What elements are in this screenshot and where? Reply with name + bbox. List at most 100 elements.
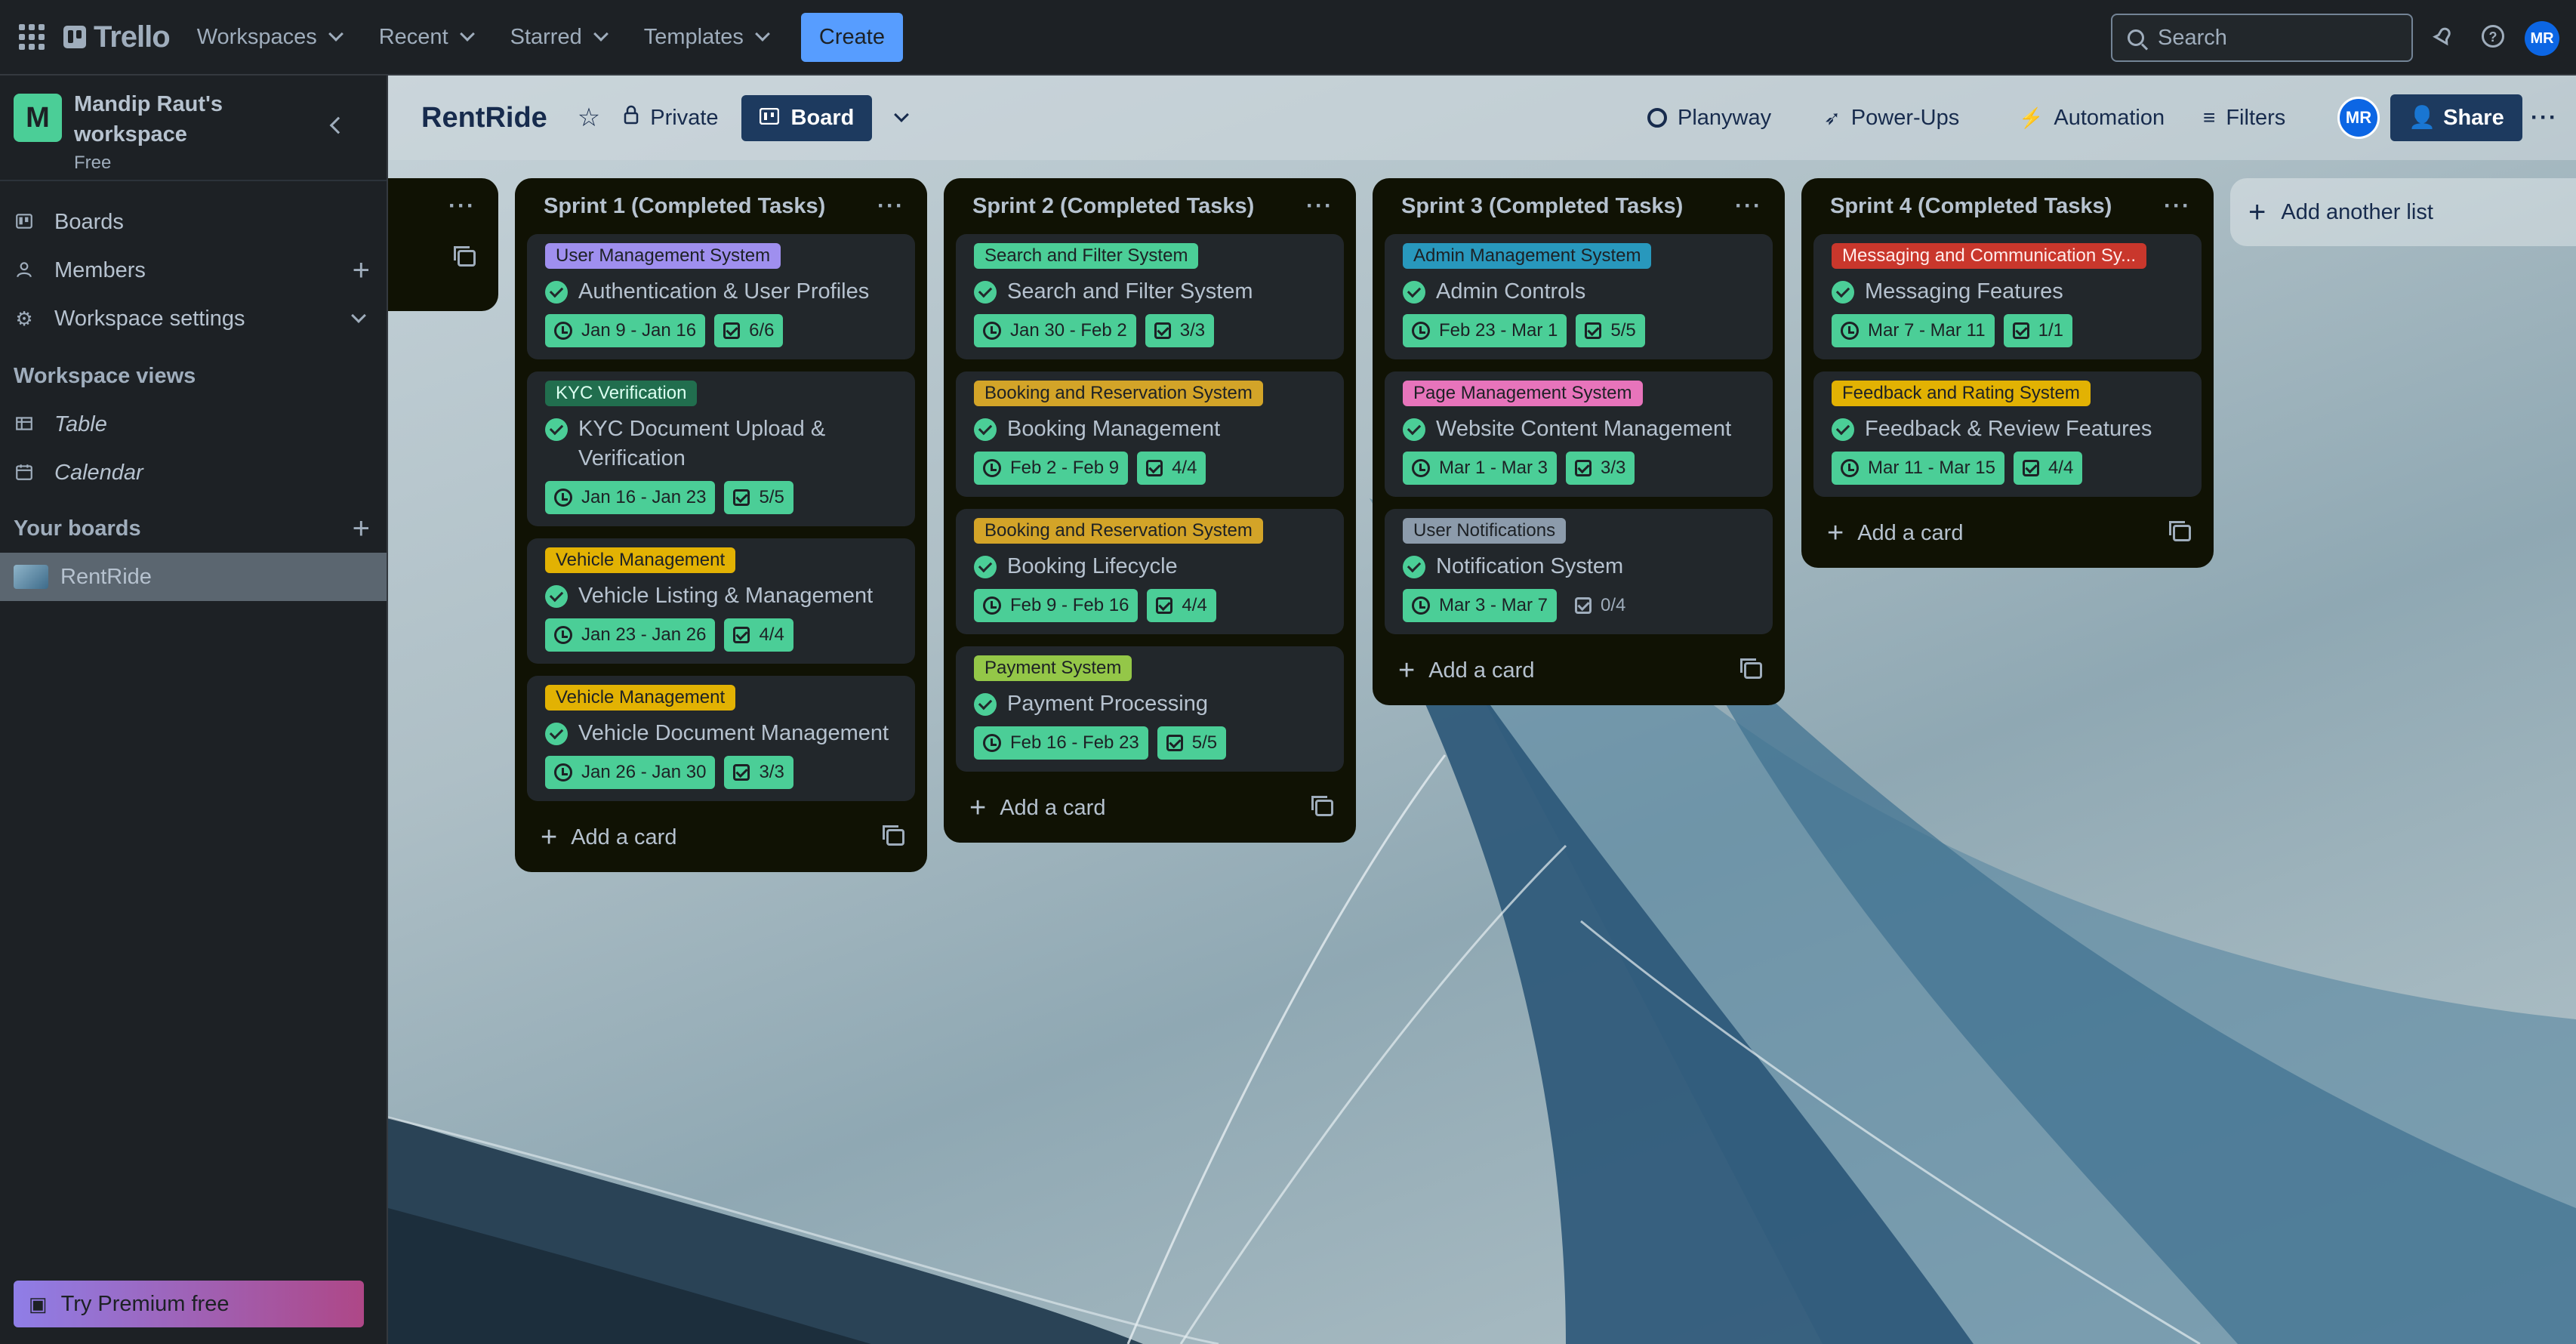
card-label[interactable]: Payment System (974, 655, 1132, 681)
workspaces-menu[interactable]: Workspaces (197, 25, 344, 50)
board-view-button[interactable]: Board (741, 94, 873, 141)
due-date-badge[interactable]: Feb 23 - Mar 1 (1403, 314, 1567, 347)
add-card-button[interactable]: + Add a card (969, 792, 1105, 825)
card[interactable]: Vehicle Management Vehicle Document Manag… (527, 676, 915, 801)
powerups-button[interactable]: ➶ Power-Ups (1824, 76, 1959, 160)
automation-button[interactable]: ⚡ Automation (2019, 76, 2165, 160)
starred-menu[interactable]: Starred (510, 25, 609, 50)
completed-check-icon[interactable] (974, 556, 997, 578)
due-date-badge[interactable]: Mar 11 - Mar 15 (1832, 452, 2004, 485)
completed-check-icon[interactable] (545, 585, 568, 608)
due-date-badge[interactable]: Feb 2 - Feb 9 (974, 452, 1129, 485)
add-board-icon[interactable]: + (353, 512, 370, 546)
card-template-icon[interactable] (883, 825, 904, 846)
list-title[interactable]: Sprint 1 (Completed Tasks) (544, 194, 825, 219)
card[interactable]: Page Management System Website Content Ma… (1385, 371, 1773, 497)
planyway-button[interactable]: Planyway (1647, 76, 1771, 160)
list-header[interactable]: Sprint 4 (Completed Tasks) ··· (1813, 178, 2202, 234)
card-label[interactable]: Search and Filter System (974, 243, 1199, 269)
due-date-badge[interactable]: Jan 16 - Jan 23 (545, 481, 716, 514)
templates-menu[interactable]: Templates (644, 25, 770, 50)
card-label[interactable]: User Notifications (1403, 518, 1567, 544)
due-date-badge[interactable]: Mar 3 - Mar 7 (1403, 589, 1558, 622)
list-title[interactable]: Sprint 3 (Completed Tasks) (1401, 194, 1683, 219)
card[interactable]: Admin Management System Admin Controls Feb… (1385, 234, 1773, 359)
due-date-badge[interactable]: Jan 9 - Jan 16 (545, 314, 706, 347)
card[interactable]: Messaging and Communication Sy... Messagi… (1813, 234, 2202, 359)
card-template-icon[interactable] (1740, 658, 1762, 679)
help-icon[interactable]: ? (2478, 23, 2508, 53)
card[interactable]: Vehicle Management Vehicle Listing & Mana… (527, 538, 915, 664)
card[interactable]: Feedback and Rating System Feedback & Rev… (1813, 371, 2202, 497)
card-label[interactable]: Admin Management System (1403, 243, 1652, 269)
filters-button[interactable]: ≡ Filters (2203, 76, 2285, 160)
due-date-badge[interactable]: Feb 16 - Feb 23 (974, 726, 1148, 760)
list-menu-icon[interactable]: ··· (1306, 193, 1333, 219)
card[interactable]: KYC Verification KYC Document Upload & Ve… (527, 371, 915, 526)
sidebar-board-rentride[interactable]: RentRide (0, 553, 387, 601)
add-card-button[interactable]: + Add a card (1398, 655, 1534, 687)
card[interactable]: Search and Filter System Search and Filte… (956, 234, 1344, 359)
list-header[interactable]: Sprint 1 (Completed Tasks) ··· (527, 178, 915, 234)
card[interactable]: Booking and Reservation System Booking Li… (956, 509, 1344, 634)
card[interactable]: User Notifications Notification System Mar… (1385, 509, 1773, 634)
card[interactable]: User Management System Authentication & U… (527, 234, 915, 359)
completed-check-icon[interactable] (974, 418, 997, 441)
add-card-button[interactable]: + Add a card (1827, 517, 1963, 550)
card-label[interactable]: Messaging and Communication Sy... (1832, 243, 2147, 269)
due-date-badge[interactable]: Feb 9 - Feb 16 (974, 589, 1139, 622)
card-template-icon[interactable] (2169, 521, 2191, 541)
completed-check-icon[interactable] (974, 693, 997, 716)
sidebar-item-boards[interactable]: Boards (0, 198, 387, 246)
card-template-icon[interactable] (1311, 796, 1333, 816)
sidebar-item-workspace-settings[interactable]: ⚙ Workspace settings (0, 294, 387, 343)
due-date-badge[interactable]: Mar 1 - Mar 3 (1403, 452, 1558, 485)
sidebar-item-members[interactable]: Members + (0, 246, 387, 294)
list-menu-icon[interactable]: ··· (1735, 193, 1762, 219)
user-avatar[interactable]: MR (2525, 21, 2559, 56)
due-date-badge[interactable]: Mar 7 - Mar 11 (1832, 314, 1995, 347)
list-menu-icon[interactable]: ··· (877, 193, 904, 219)
completed-check-icon[interactable] (1832, 281, 1854, 304)
list-menu-icon[interactable]: ··· (2164, 193, 2191, 219)
star-icon[interactable]: ☆ (578, 103, 600, 133)
completed-check-icon[interactable] (1403, 281, 1425, 304)
trello-logo[interactable]: Trello (63, 20, 171, 54)
view-switcher-chevron-icon[interactable] (894, 107, 910, 122)
sidebar-item-calendar[interactable]: Calendar (0, 449, 387, 497)
list-menu-icon[interactable]: ··· (448, 193, 476, 219)
list-title[interactable]: Sprint 4 (Completed Tasks) (1830, 194, 2112, 219)
add-another-list-button[interactable]: + Add another list (2230, 178, 2576, 246)
create-button[interactable]: Create (800, 12, 903, 62)
completed-check-icon[interactable] (1832, 418, 1854, 441)
completed-check-icon[interactable] (545, 723, 568, 745)
search-input[interactable]: Search (2111, 14, 2413, 62)
due-date-badge[interactable]: Jan 30 - Feb 2 (974, 314, 1136, 347)
board-menu-icon[interactable]: ··· (2531, 76, 2558, 160)
card-label[interactable]: User Management System (545, 243, 781, 269)
card-label[interactable]: Vehicle Management (545, 685, 736, 711)
board-name[interactable]: RentRide (421, 102, 547, 134)
sidebar-item-table[interactable]: Table (0, 400, 387, 449)
card-label[interactable]: Booking and Reservation System (974, 381, 1263, 406)
card-label[interactable]: Page Management System (1403, 381, 1643, 406)
visibility-button[interactable]: Private (623, 105, 719, 131)
member-avatar[interactable]: MR (2337, 97, 2380, 139)
completed-check-icon[interactable] (545, 281, 568, 304)
list-header[interactable]: Sprint 3 (Completed Tasks) ··· (1385, 178, 1773, 234)
add-member-icon[interactable]: + (353, 254, 370, 288)
recent-menu[interactable]: Recent (379, 25, 475, 50)
list-title[interactable]: Sprint 2 (Completed Tasks) (972, 194, 1254, 219)
due-date-badge[interactable]: Jan 23 - Jan 26 (545, 618, 716, 652)
notifications-icon[interactable] (2428, 23, 2458, 53)
app-switcher-icon[interactable] (15, 20, 48, 54)
completed-check-icon[interactable] (1403, 418, 1425, 441)
try-premium-button[interactable]: ▣ Try Premium free (14, 1281, 364, 1327)
card[interactable]: Booking and Reservation System Booking Ma… (956, 371, 1344, 497)
due-date-badge[interactable]: Jan 26 - Jan 30 (545, 756, 716, 789)
card-template-icon[interactable] (454, 246, 476, 267)
card-label[interactable]: KYC Verification (545, 381, 698, 406)
share-button[interactable]: 👤 Share (2390, 76, 2522, 160)
completed-check-icon[interactable] (545, 418, 568, 441)
collapse-sidebar-icon[interactable] (329, 116, 347, 134)
